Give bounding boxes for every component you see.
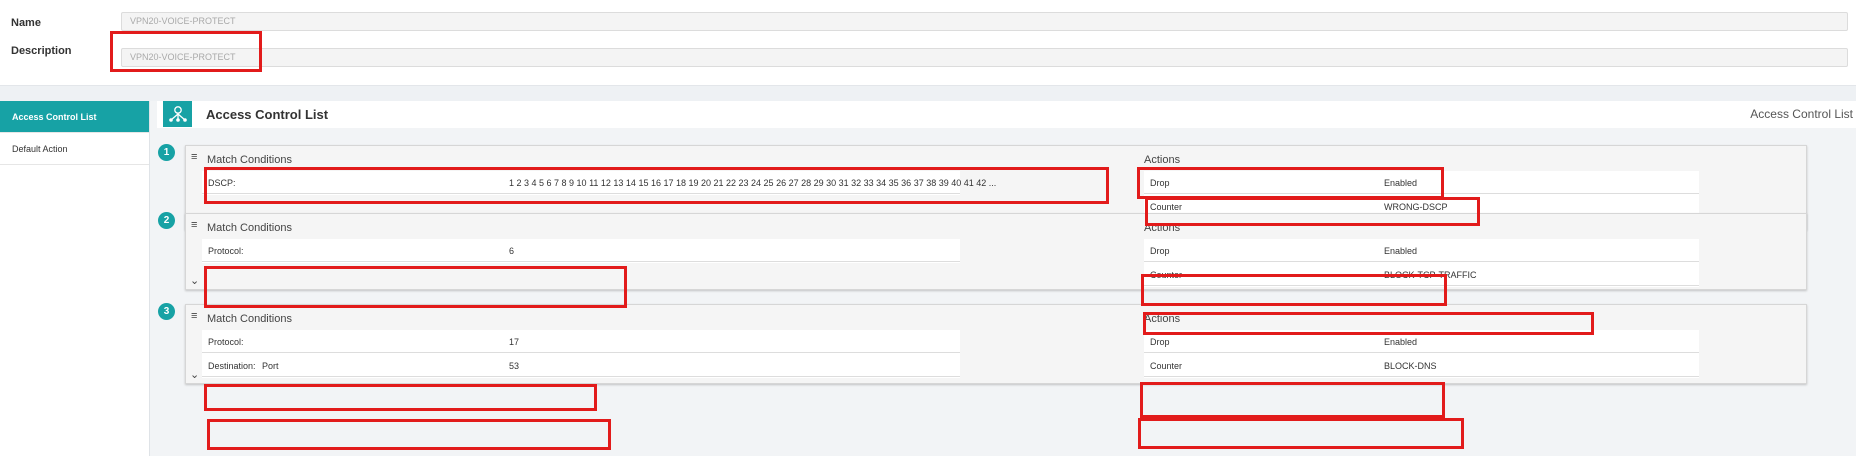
sidebar-item-default-action[interactable]: Default Action	[0, 133, 149, 165]
rule-number-badge: 2	[158, 212, 175, 229]
condition-label: DSCP:	[208, 178, 236, 188]
condition-value: 17	[509, 337, 520, 347]
action-label: Drop	[1150, 337, 1170, 347]
action-label: Drop	[1150, 246, 1170, 256]
description-label: Description	[11, 45, 72, 57]
action-value: WRONG-DSCP	[1384, 202, 1448, 212]
rule-card: ≡ Match Conditions Actions Protocol: 17 …	[185, 304, 1807, 384]
action-value: Enabled	[1384, 178, 1418, 188]
acl-header: Access Control List Access Control List	[157, 101, 1856, 128]
action-label: Counter	[1150, 270, 1183, 280]
name-label: Name	[11, 17, 41, 29]
section-divider	[0, 86, 1856, 101]
action-value: BLOCK-TCP-TRAFFIC	[1384, 270, 1477, 280]
policy-form: Name VPN20-VOICE-PROTECT Description VPN…	[0, 0, 1856, 86]
description-field[interactable]: VPN20-VOICE-PROTECT	[121, 48, 1848, 67]
actions-list: Drop Enabled Counter BLOCK-TCP-TRAFFIC	[1144, 239, 1699, 287]
action-value: Enabled	[1384, 337, 1418, 347]
condition-label: Protocol:	[208, 246, 244, 256]
match-conditions-title: Match Conditions	[207, 154, 292, 166]
actions-title: Actions	[1144, 222, 1181, 234]
actions-list: Drop Enabled Counter BLOCK-DNS	[1144, 330, 1699, 378]
hamburger-icon[interactable]: ≡	[191, 310, 197, 322]
sidebar-item-access-control-list[interactable]: Access Control List	[0, 101, 149, 133]
match-conditions-title: Match Conditions	[207, 313, 292, 325]
rule-number-badge: 3	[158, 303, 175, 320]
condition-row: DSCP: 1 2 3 4 5 6 7 8 9 10 11 12 13 14 1…	[202, 171, 996, 195]
condition-row: Protocol: 17	[202, 330, 960, 353]
acl-network-icon	[163, 101, 192, 127]
name-field[interactable]: VPN20-VOICE-PROTECT	[121, 12, 1848, 31]
rule-number-badge: 1	[158, 144, 175, 161]
actions-title: Actions	[1144, 313, 1181, 325]
conditions-list: Protocol: 17 Destination: Port 53	[202, 330, 960, 378]
sidebar: Access Control List Default Action	[0, 101, 150, 456]
actions-title: Actions	[1144, 154, 1181, 166]
action-row: Counter BLOCK-TCP-TRAFFIC	[1144, 263, 1699, 286]
acl-title: Access Control List	[206, 107, 329, 122]
action-row: Counter BLOCK-DNS	[1144, 354, 1699, 377]
action-value: Enabled	[1384, 246, 1418, 256]
actions-list: Drop Enabled Counter WRONG-DSCP	[1144, 171, 1699, 219]
condition-label: Protocol:	[208, 337, 244, 347]
match-conditions-title: Match Conditions	[207, 222, 292, 234]
hamburger-icon[interactable]: ≡	[191, 219, 197, 231]
rule-card: ≡ Match Conditions Actions Protocol: 6 D…	[185, 213, 1807, 290]
action-row: Drop Enabled	[1144, 330, 1699, 353]
condition-label: Destination:	[208, 361, 256, 371]
condition-value: 53	[509, 361, 520, 371]
condition-sub-label: Port	[262, 361, 279, 371]
condition-row: Destination: Port 53	[202, 354, 960, 377]
chevron-down-icon[interactable]: ⌄	[190, 274, 199, 287]
action-row: Drop Enabled	[1144, 171, 1699, 194]
acl-title-right: Access Control List	[1750, 107, 1853, 121]
action-label: Counter	[1150, 202, 1183, 212]
condition-row: Protocol: 6	[202, 239, 960, 263]
action-row: Drop Enabled	[1144, 239, 1699, 262]
condition-value: 1 2 3 4 5 6 7 8 9 10 11 12 13 14 15 16 1…	[509, 178, 997, 188]
main-panel: Access Control List Access Control List …	[150, 101, 1856, 456]
condition-value: 6	[509, 246, 515, 256]
hamburger-icon[interactable]: ≡	[191, 151, 197, 163]
chevron-down-icon[interactable]: ⌄	[190, 368, 199, 381]
action-label: Counter	[1150, 361, 1183, 371]
action-label: Drop	[1150, 178, 1170, 188]
action-value: BLOCK-DNS	[1384, 361, 1437, 371]
